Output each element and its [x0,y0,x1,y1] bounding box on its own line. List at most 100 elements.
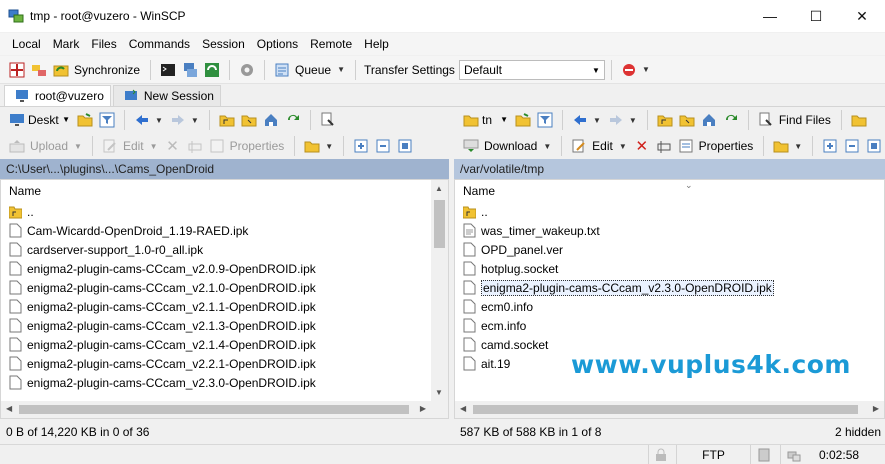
menu-help[interactable]: Help [358,37,395,51]
rename-icon[interactable] [186,137,204,155]
root-directory-icon[interactable] [240,111,258,129]
filter-icon[interactable] [98,111,116,129]
scroll-left-arrow-icon[interactable]: ◀ [6,404,12,413]
transfer-mode-dropdown-icon[interactable]: ▼ [642,65,650,74]
download-dropdown-icon[interactable]: ▼ [543,142,551,151]
tab-new-session[interactable]: New Session [112,85,221,106]
new-folder-icon[interactable] [772,137,790,155]
minimize-button[interactable]: — [747,0,793,32]
home-icon[interactable] [262,111,280,129]
column-header-name[interactable]: Name ⌄ [455,180,884,202]
new-dropdown-icon[interactable]: ▼ [794,142,802,151]
find-files-icon[interactable] [757,111,775,129]
refresh-icon[interactable] [722,111,740,129]
local-drive-select[interactable]: Deskt ▼ [28,110,74,130]
list-item-parent[interactable]: .. [455,202,884,221]
unselect-icon[interactable] [374,137,392,155]
close-button[interactable]: ✕ [839,0,885,32]
filter-icon[interactable] [536,111,554,129]
edit-dropdown-icon[interactable]: ▼ [150,142,158,151]
properties-icon[interactable] [677,137,695,155]
parent-directory-icon[interactable] [218,111,236,129]
menu-mark[interactable]: Mark [47,37,86,51]
find-files-icon[interactable] [319,111,337,129]
list-item[interactable]: enigma2-plugin-cams-CCcam_v2.0.9-OpenDRO… [1,259,448,278]
parent-directory-icon[interactable] [656,111,674,129]
scroll-down-arrow-icon[interactable]: ▼ [435,388,443,397]
list-item[interactable]: ecm.info [455,316,884,335]
menu-files[interactable]: Files [85,37,122,51]
list-item[interactable]: cardserver-support_1.0-r0_all.ipk [1,240,448,259]
back-dropdown-icon[interactable]: ▼ [593,116,601,125]
back-dropdown-icon[interactable]: ▼ [155,116,163,125]
menu-local[interactable]: Local [6,37,47,51]
maximize-button[interactable]: ☐ [793,0,839,32]
delete-icon[interactable]: ✕ [164,137,182,155]
back-arrow-icon[interactable] [133,111,151,129]
remote-path-bar[interactable]: /var/volatile/tmp [454,159,885,179]
download-button[interactable]: Download [484,139,537,153]
upload-icon[interactable] [8,137,26,155]
list-item[interactable]: Cam-Wicardd-OpenDroid_1.19-RAED.ipk [1,221,448,240]
list-item[interactable]: enigma2-plugin-cams-CCcam_v2.1.4-OpenDRO… [1,335,448,354]
directory-tree-icon[interactable] [850,111,868,129]
menu-session[interactable]: Session [196,37,251,51]
list-item[interactable]: enigma2-plugin-cams-CCcam_v2.1.0-OpenDRO… [1,278,448,297]
open-folder-icon[interactable] [514,111,532,129]
queue-button[interactable]: Queue [295,63,331,77]
scroll-right-arrow-icon[interactable]: ▶ [420,404,426,413]
scroll-right-arrow-icon[interactable]: ▶ [873,404,879,413]
hidden-files-count[interactable]: 2 hidden [835,425,881,439]
edit-button[interactable]: Edit [123,139,144,153]
scrollbar-thumb[interactable] [19,405,409,414]
properties-button[interactable]: Properties [230,139,285,153]
synchronize-button[interactable]: Synchronize [74,63,140,77]
list-item-selected[interactable]: enigma2-plugin-cams-CCcam_v2.3.0-OpenDRO… [455,278,884,297]
root-directory-icon[interactable] [678,111,696,129]
invert-selection-icon[interactable] [865,137,883,155]
invert-selection-icon[interactable] [396,137,414,155]
list-item[interactable]: enigma2-plugin-cams-CCcam_v2.1.1-OpenDRO… [1,297,448,316]
list-item[interactable]: hotplug.socket [455,259,884,278]
new-folder-icon[interactable] [303,137,321,155]
local-path-bar[interactable]: C:\User\...\plugins\...\Cams_OpenDroid [0,159,449,179]
rename-icon[interactable] [655,137,673,155]
tab-root-vuzero[interactable]: root@vuzero [4,85,111,106]
select-all-icon[interactable] [352,137,370,155]
local-file-list[interactable]: Name .. Cam-Wicardd-OpenDroid_1.19-RAED.… [0,179,449,419]
select-all-icon[interactable] [821,137,839,155]
queue-dropdown-icon[interactable]: ▼ [337,65,345,74]
list-item[interactable]: OPD_panel.ver [455,240,884,259]
gear-icon[interactable] [238,61,256,79]
scrollbar-thumb[interactable] [473,405,858,414]
forward-dropdown-icon[interactable]: ▼ [191,116,199,125]
upload-button[interactable]: Upload [30,139,68,153]
menu-remote[interactable]: Remote [304,37,358,51]
edit-icon[interactable] [101,137,119,155]
console-icon[interactable] [159,61,177,79]
download-icon[interactable] [462,137,480,155]
new-dropdown-icon[interactable]: ▼ [325,142,333,151]
local-horizontal-scrollbar[interactable]: ◀ ▶ [1,401,448,418]
remote-file-list[interactable]: Name ⌄ .. was_timer_wakeup.txt OPD_panel… [454,179,885,419]
scroll-left-arrow-icon[interactable]: ◀ [460,404,466,413]
scrollbar-thumb[interactable] [434,200,445,248]
properties-icon[interactable] [208,137,226,155]
upload-dropdown-icon[interactable]: ▼ [74,142,82,151]
scroll-up-arrow-icon[interactable]: ▲ [435,184,443,193]
list-item[interactable]: enigma2-plugin-cams-CCcam_v2.1.3-OpenDRO… [1,316,448,335]
properties-button[interactable]: Properties [699,139,754,153]
forward-arrow-icon[interactable] [607,111,625,129]
list-item[interactable]: was_timer_wakeup.txt [455,221,884,240]
menu-commands[interactable]: Commands [123,37,196,51]
transfer-mode-icon[interactable] [620,61,638,79]
remote-directory-select[interactable]: tn ▼ [482,110,512,130]
synchronize-icon[interactable] [52,61,70,79]
home-icon[interactable] [700,111,718,129]
column-header-name[interactable]: Name [1,180,448,202]
find-files-button[interactable]: Find Files [779,113,831,127]
remote-horizontal-scrollbar[interactable]: ◀ ▶ [455,401,884,418]
list-item[interactable]: ecm0.info [455,297,884,316]
list-item-parent[interactable]: .. [1,202,448,221]
open-folder-icon[interactable] [76,111,94,129]
